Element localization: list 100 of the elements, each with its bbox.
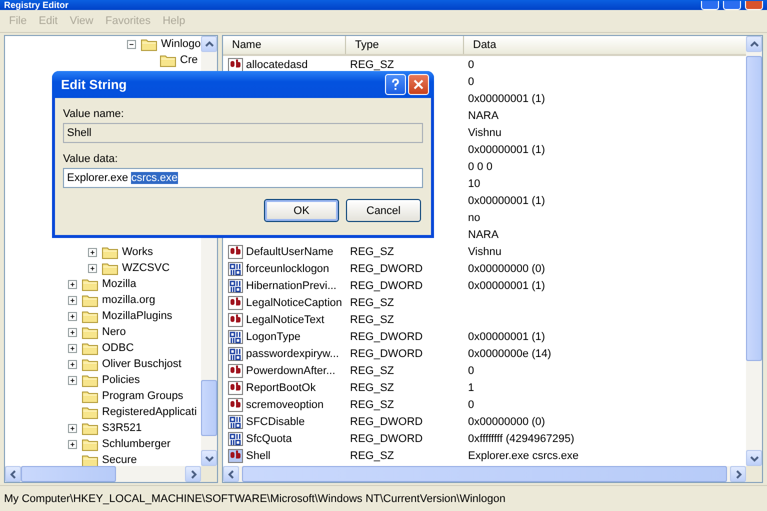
close-button[interactable]: [408, 74, 429, 95]
name-cell: ReportBootOk: [246, 382, 316, 394]
data-cell-text: 0 0 0: [467, 160, 494, 172]
folder-icon: [160, 54, 176, 66]
type-cell-text: REG_DWORD: [349, 262, 424, 274]
data-cell-text: no: [467, 212, 482, 224]
value-data-field[interactable]: Explorer.exe csrcs.exe: [63, 168, 423, 188]
field-label: Value name:: [63, 107, 125, 122]
tree-item[interactable]: Oliver Buschjost: [101, 358, 182, 370]
data-cell-text: 0x00000001 (1): [467, 330, 546, 342]
expand-icon[interactable]: [68, 296, 77, 304]
name-cell: LegalNoticeText: [246, 314, 324, 326]
value-name-field[interactable]: Shell: [63, 123, 423, 143]
expand-icon[interactable]: [68, 344, 77, 352]
data-cell-text: 0x00000001 (1): [467, 194, 546, 206]
folder-icon: [82, 374, 98, 386]
expand-icon[interactable]: [88, 248, 97, 256]
horizontal-scrollbar[interactable]: [5, 466, 217, 482]
scroll-down-icon[interactable]: [201, 450, 217, 466]
type-cell-text: REG_DWORD: [349, 280, 424, 292]
data-cell-text: 0: [467, 76, 476, 88]
tree-item[interactable]: Secure: [101, 454, 138, 466]
folder-icon: [82, 390, 98, 402]
dialog-button[interactable]: OK: [264, 199, 339, 222]
maximize-button[interactable]: [723, 1, 741, 10]
folder-icon: [82, 454, 98, 466]
expand-icon[interactable]: [68, 440, 77, 448]
minimize-button[interactable]: [701, 1, 719, 10]
data-cell-text: 0: [467, 398, 476, 410]
tree-item[interactable]: Policies: [101, 374, 141, 386]
folder-icon: [82, 342, 98, 354]
type-cell-text: REG_DWORD: [349, 348, 424, 360]
type-cell-text: REG_DWORD: [349, 416, 424, 428]
expand-icon[interactable]: [68, 328, 77, 336]
scroll-right-icon[interactable]: [185, 466, 201, 482]
name-cell: HibernationPrevi...: [246, 280, 336, 292]
type-cell-text: REG_SZ: [349, 398, 396, 410]
name-cell: DefaultUserName: [246, 246, 334, 258]
window-title: Registry Editor: [4, 0, 70, 10]
data-cell-text: 0x00000001 (1): [467, 280, 546, 292]
data-cell-text: Vishnu: [467, 246, 502, 258]
column-header[interactable]: Data: [464, 36, 746, 54]
folder-icon: [82, 406, 98, 418]
tree-item[interactable]: mozilla.org: [101, 294, 156, 306]
expand-icon[interactable]: [68, 376, 77, 384]
scroll-down-icon[interactable]: [746, 450, 762, 466]
scroll-thumb[interactable]: [201, 380, 217, 436]
collapse-icon[interactable]: [127, 40, 136, 48]
tree-item[interactable]: MozillaPlugins: [101, 310, 174, 322]
scroll-up-icon[interactable]: [746, 36, 762, 52]
column-header[interactable]: Name: [223, 36, 346, 54]
scroll-thumb[interactable]: [746, 56, 762, 361]
scrollbar-corner: [201, 466, 217, 482]
data-cell-text: 0: [467, 364, 476, 376]
expand-icon[interactable]: [68, 280, 77, 288]
type-cell-text: REG_SZ: [349, 246, 396, 258]
type-cell-text: REG_DWORD: [349, 330, 424, 342]
tree-item[interactable]: WZCSVC: [121, 262, 171, 274]
tree-item[interactable]: Program Groups: [101, 390, 184, 402]
type-cell-text: REG_SZ: [349, 296, 396, 308]
name-cell: forceunlocklogon: [246, 262, 330, 274]
tree-item[interactable]: ODBC: [101, 342, 135, 354]
tree-item[interactable]: RegisteredApplicati: [101, 406, 198, 418]
tree-item[interactable]: Nero: [101, 326, 127, 338]
type-cell-text: REG_SZ: [349, 58, 396, 70]
scroll-left-icon[interactable]: [223, 466, 239, 482]
tree-item[interactable]: Mozilla: [101, 278, 138, 290]
close-button[interactable]: [745, 1, 763, 10]
type-cell-text: REG_DWORD: [349, 432, 424, 444]
data-cell-text: 0x00000001 (1): [467, 144, 546, 156]
vertical-scrollbar[interactable]: [746, 36, 762, 466]
name-cell: scremoveoption: [246, 398, 324, 410]
scroll-right-icon[interactable]: [730, 466, 746, 482]
tree-item[interactable]: Cre: [179, 54, 199, 66]
scrollbar-corner: [746, 466, 762, 482]
data-cell-text: 0x00000000 (0): [467, 416, 546, 428]
name-cell: Shell: [246, 450, 270, 462]
scroll-left-icon[interactable]: [5, 466, 21, 482]
expand-icon[interactable]: [68, 424, 77, 432]
dialog-button[interactable]: Cancel: [346, 199, 421, 222]
data-cell-text: Vishnu: [467, 126, 502, 138]
data-cell-text: 0: [467, 58, 476, 70]
scroll-up-icon[interactable]: [201, 36, 217, 52]
tree-item[interactable]: Winlogo: [160, 38, 201, 50]
type-cell-text: REG_SZ: [349, 450, 396, 462]
question-icon: [389, 78, 402, 91]
tree-item[interactable]: S3R521: [101, 422, 143, 434]
folder-icon: [141, 38, 157, 50]
folder-icon: [102, 246, 118, 258]
help-button[interactable]: [385, 74, 406, 95]
expand-icon[interactable]: [88, 264, 97, 272]
column-header[interactable]: Type: [346, 36, 464, 54]
tree-item[interactable]: Works: [121, 246, 154, 258]
expand-icon[interactable]: [68, 360, 77, 368]
type-cell-text: REG_SZ: [349, 364, 396, 376]
folder-icon: [82, 422, 98, 434]
tree-item[interactable]: Schlumberger: [101, 438, 172, 450]
scroll-thumb[interactable]: [21, 466, 116, 482]
data-cell-text: 0xffffffff (4294967295): [467, 432, 576, 444]
expand-icon[interactable]: [68, 312, 77, 320]
